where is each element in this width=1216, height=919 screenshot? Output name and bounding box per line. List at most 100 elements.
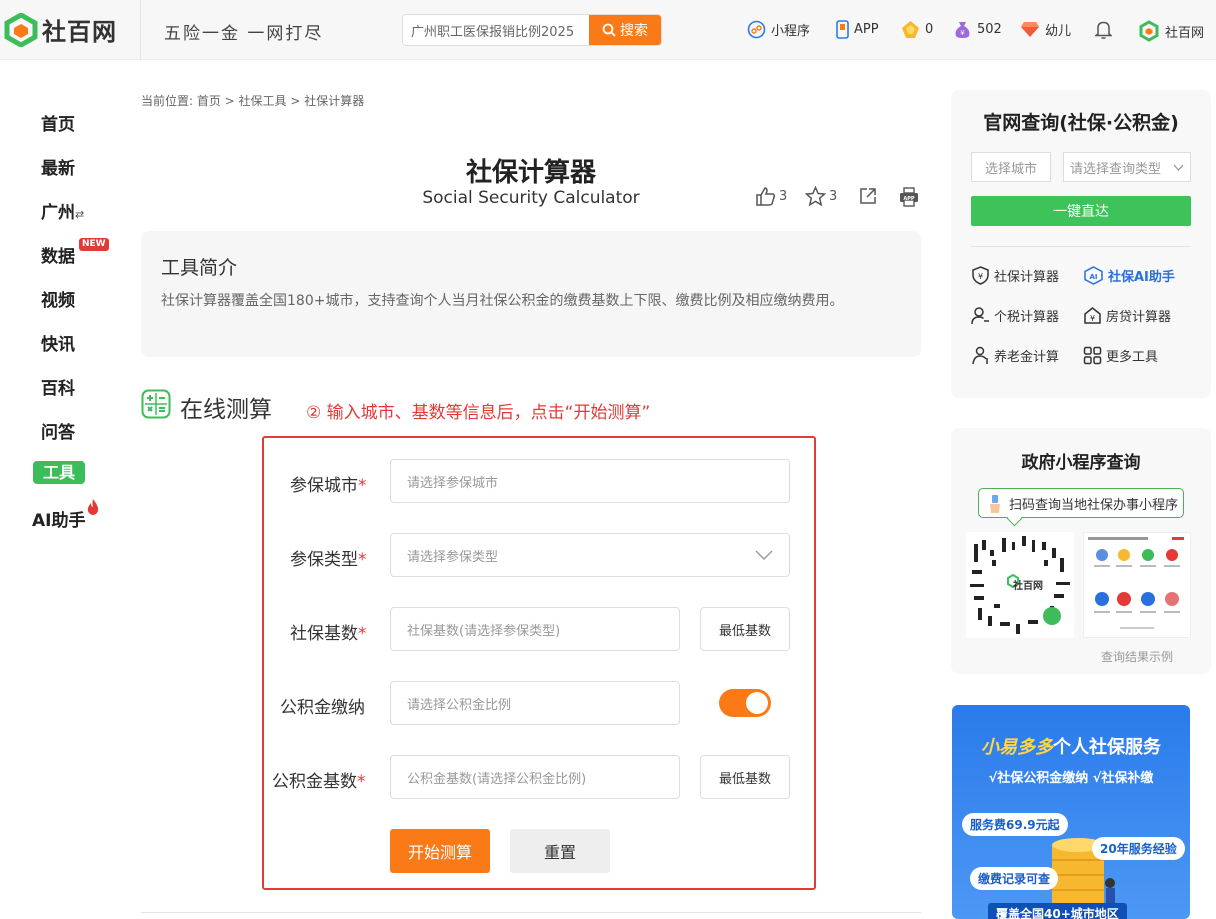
- search-input[interactable]: [403, 15, 591, 45]
- page-subtitle: Social Security Calculator: [422, 188, 640, 208]
- nav-points-value: 502: [977, 22, 1002, 37]
- sidebar-item-qa[interactable]: 问答: [41, 418, 75, 443]
- nav-miniprogram[interactable]: 小程序: [747, 20, 810, 39]
- tool-label: 养老金计算: [994, 350, 1060, 365]
- calculator-form-highlight: [262, 436, 816, 890]
- share-button[interactable]: [858, 186, 878, 206]
- favorite-count: 3: [829, 189, 838, 204]
- app-download-button[interactable]: APP: [898, 186, 920, 208]
- sidebar-item-wiki[interactable]: 百科: [41, 374, 75, 399]
- tool-more[interactable]: 更多工具: [1083, 346, 1158, 365]
- nav-coins-value: 0: [925, 22, 934, 37]
- svg-text:¥: ¥: [960, 29, 965, 37]
- min-base-button[interactable]: 最低基数: [700, 607, 790, 651]
- breadcrumb: 当前位置: 首页 > 社保工具 > 社保计算器: [141, 94, 365, 108]
- query-type-placeholder: 请选择查询类型: [1070, 161, 1162, 177]
- city-select[interactable]: 请选择参保城市: [390, 459, 790, 503]
- sidebar-item-home[interactable]: 首页: [41, 110, 75, 135]
- tool-mortgage-calc[interactable]: ¥ 房贷计算器: [1083, 306, 1171, 325]
- tool-label: 个税计算器: [994, 310, 1060, 325]
- nav-coins[interactable]: 0: [901, 20, 933, 39]
- user-name: 社百网: [1165, 25, 1205, 41]
- sidebar-item-ai[interactable]: AI助手: [32, 499, 99, 531]
- type-select[interactable]: 请选择参保类型: [390, 533, 790, 577]
- sidebar-item-latest[interactable]: 最新: [41, 154, 75, 179]
- page-title: 社保计算器: [465, 158, 596, 188]
- sidebar-item-data-label: 数据: [41, 247, 75, 267]
- house-yuan-icon: ¥: [1084, 307, 1101, 324]
- section-title: 在线测算: [180, 397, 272, 423]
- tool-label: 社保计算器: [994, 270, 1060, 285]
- person-icon: [971, 307, 989, 325]
- nav-app-label: APP: [854, 22, 879, 37]
- like-count: 3: [779, 189, 788, 204]
- base-label-text: 社保基数: [290, 624, 358, 644]
- promo-banner[interactable]: 小易多多个人社保服务 √社保公积金缴纳 √社保补缴 服务费69.9元起 20年服…: [952, 705, 1190, 919]
- nav-role[interactable]: 幼儿: [1020, 20, 1071, 39]
- query-city-select[interactable]: 选择城市: [971, 152, 1051, 182]
- banner-title-rest: 个人社保服务: [1053, 737, 1161, 758]
- result-example-image: [1083, 532, 1191, 638]
- user-menu[interactable]: 社百网: [1138, 20, 1204, 42]
- base-input[interactable]: 社保基数(请选择参保类型): [390, 607, 680, 651]
- fund-base-label-text: 公积金基数: [272, 772, 357, 792]
- gov-query-panel: 政府小程序查询 扫码查询当地社保办事小程序 社百网 查询结果示例: [951, 428, 1211, 674]
- switch-icon: ⇄: [75, 208, 85, 221]
- grid-icon: [1083, 346, 1102, 365]
- printer-app-icon: APP: [900, 187, 918, 207]
- scan-tip: 扫码查询当地社保办事小程序: [978, 488, 1184, 518]
- fund-ratio-select[interactable]: 请选择公积金比例: [390, 681, 680, 725]
- instruction-hint: ② 输入城市、基数等信息后，点击“开始测算”: [306, 403, 651, 423]
- sidebar-item-tools[interactable]: 工具: [33, 461, 85, 484]
- fund-min-base-button[interactable]: 最低基数: [700, 755, 790, 799]
- required-mark: *: [357, 772, 366, 792]
- svg-text:APP: APP: [903, 196, 915, 202]
- required-mark: *: [358, 476, 367, 496]
- query-type-select[interactable]: 请选择查询类型: [1063, 152, 1191, 182]
- banner-tag-record: 缴费记录可查: [970, 867, 1059, 890]
- banner-brand: 小易多多: [981, 737, 1053, 758]
- nav-role-label: 幼儿: [1045, 24, 1072, 39]
- like-button[interactable]: 3: [755, 186, 787, 207]
- tool-tax-calc[interactable]: 个税计算器: [971, 306, 1059, 325]
- fund-label: 公积金缴纳: [280, 698, 365, 718]
- logo-text: 社百网: [42, 18, 117, 46]
- fund-base-placeholder: 公积金基数(请选择公积金比例): [407, 771, 587, 787]
- start-calc-button[interactable]: 开始测算: [390, 829, 490, 873]
- official-query-title: 官网查询(社保·公积金): [983, 112, 1179, 134]
- share-icon: [860, 188, 876, 204]
- favorite-button[interactable]: 3: [805, 186, 837, 207]
- svg-text:¥: ¥: [978, 272, 983, 281]
- tool-social-calc[interactable]: ¥ 社保计算器: [971, 266, 1059, 285]
- sidebar-item-video[interactable]: 视频: [41, 286, 75, 311]
- nav-points[interactable]: ¥ 502: [953, 20, 1002, 39]
- one-click-go-button[interactable]: 一键直达: [971, 196, 1191, 226]
- sidebar-item-news[interactable]: 快讯: [41, 330, 75, 355]
- nav-app[interactable]: APP: [836, 20, 879, 39]
- reset-button[interactable]: 重置: [510, 829, 610, 873]
- required-mark: *: [358, 624, 367, 644]
- star-icon: [805, 186, 826, 207]
- phone-icon: [836, 20, 849, 39]
- tool-label: 更多工具: [1106, 350, 1159, 365]
- user-avatar-icon: [1139, 20, 1159, 42]
- logo-icon: [4, 12, 38, 47]
- tool-pension-calc[interactable]: 养老金计算: [971, 346, 1059, 365]
- notification-button[interactable]: [1095, 20, 1112, 39]
- required-mark: *: [358, 550, 367, 570]
- fund-toggle[interactable]: [719, 689, 771, 717]
- chevron-down-icon: [755, 550, 773, 560]
- nav-miniprogram-label: 小程序: [771, 24, 811, 39]
- fund-base-input[interactable]: 公积金基数(请选择公积金比例): [390, 755, 680, 799]
- type-placeholder: 请选择参保类型: [407, 549, 499, 565]
- search-icon: [602, 23, 616, 37]
- site-logo[interactable]: 社百网: [4, 12, 117, 47]
- tool-ai-assistant[interactable]: AI 社保AI助手: [1083, 266, 1175, 285]
- panel-divider: [971, 246, 1191, 247]
- qr-code[interactable]: 社百网: [966, 532, 1074, 638]
- sidebar-item-data[interactable]: 数据 NEW: [41, 238, 109, 267]
- search-button[interactable]: 搜索: [589, 15, 661, 45]
- sidebar-item-city[interactable]: 广州⇄: [41, 198, 84, 223]
- sidebar-item-city-label: 广州: [41, 203, 75, 223]
- intro-text: 社保计算器覆盖全国180+城市，支持查询个人当月社保公积金的缴费基数上下限、缴费…: [161, 293, 844, 309]
